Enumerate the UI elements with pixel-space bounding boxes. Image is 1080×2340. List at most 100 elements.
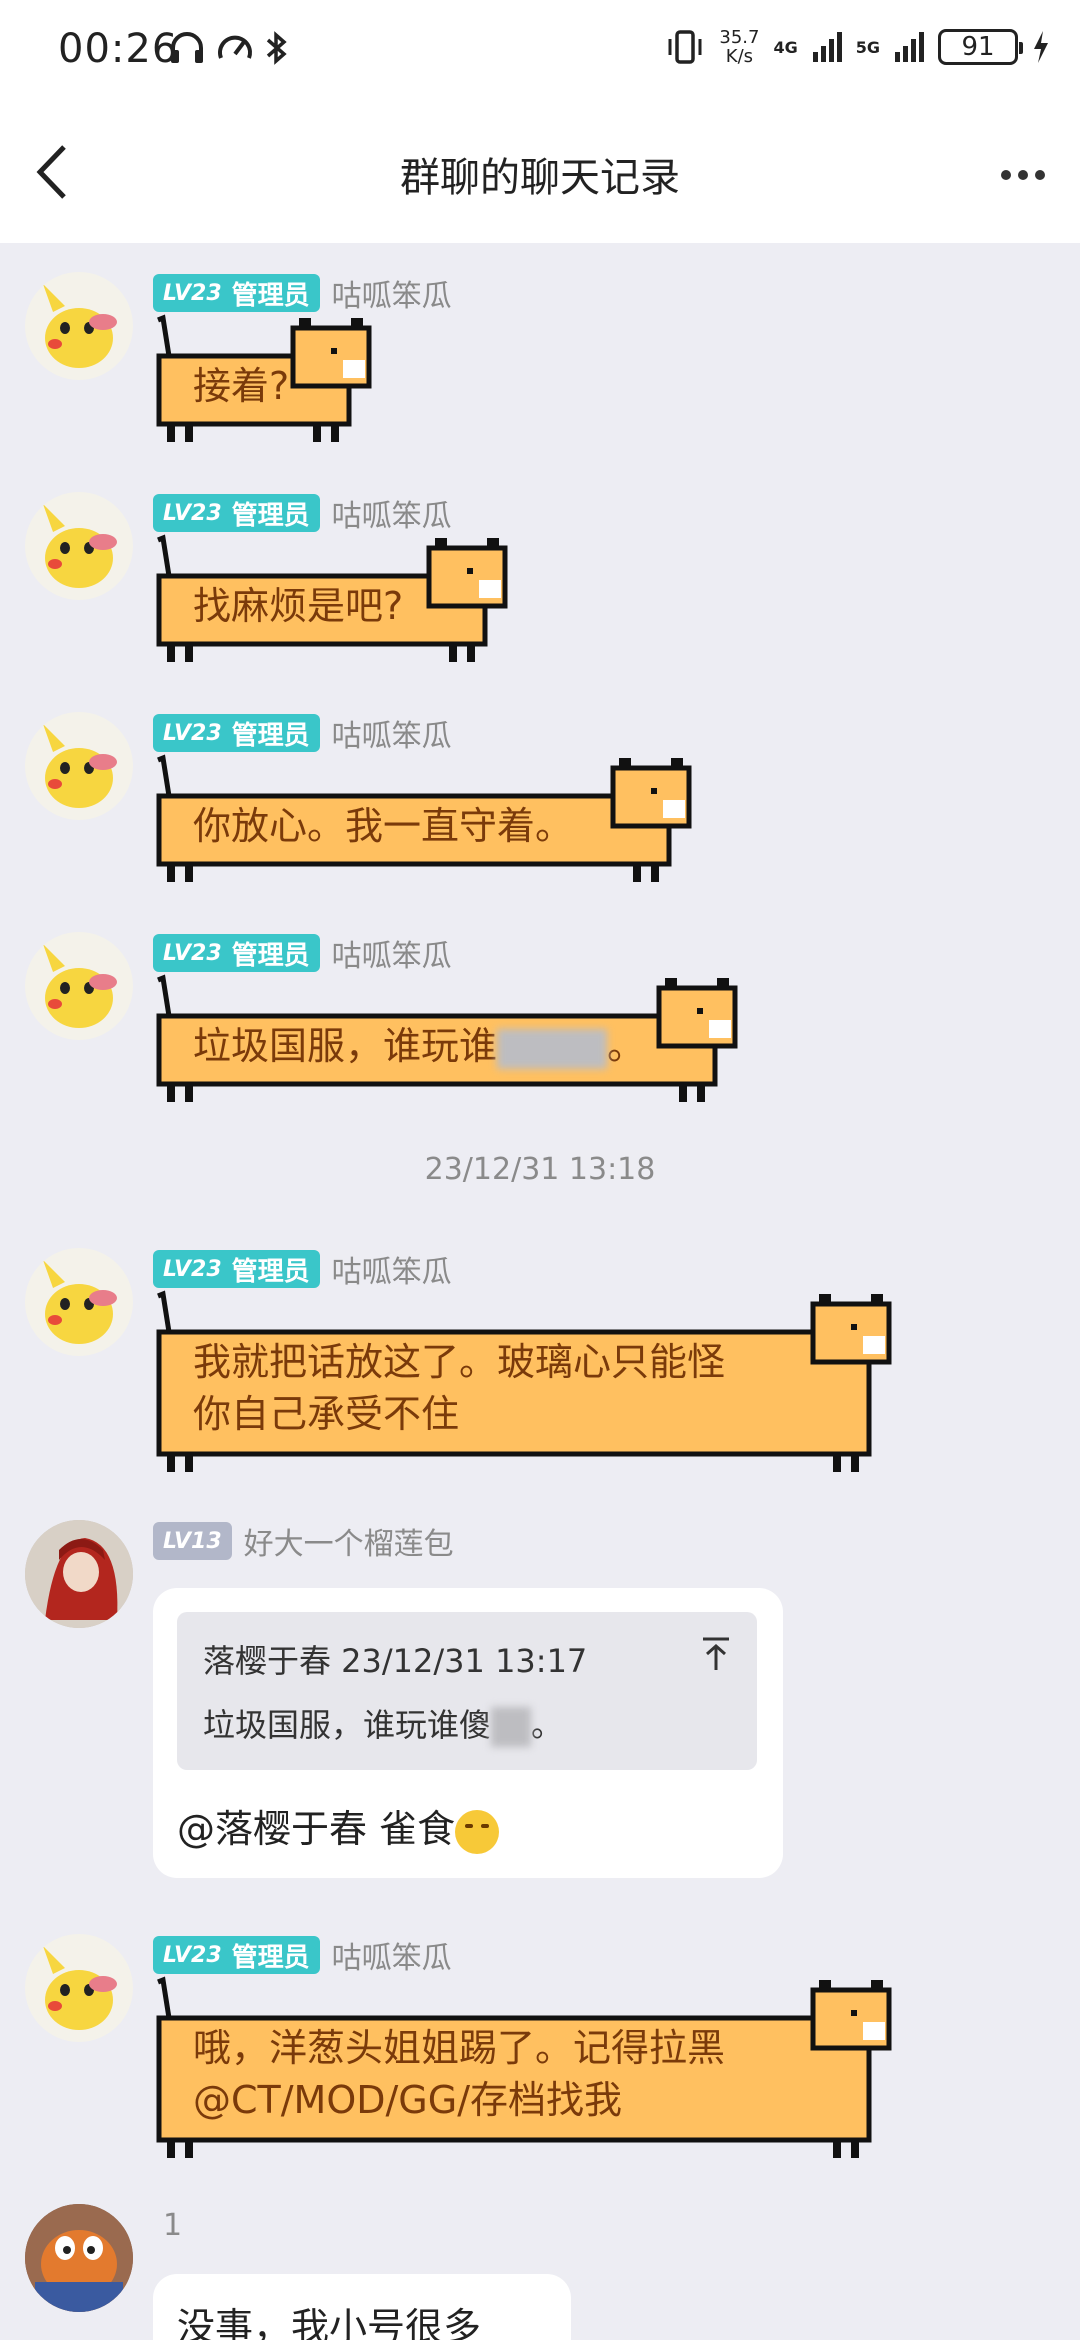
arrow-up-icon[interactable] (701, 1636, 731, 1672)
page-title: 群聊的聊天记录 (400, 155, 680, 201)
pikachu-avatar-icon (43, 944, 117, 1028)
message-bubble[interactable]: 没事，我小号很多 (153, 2274, 571, 2340)
sender-name: 咕呱笨瓜 (331, 1255, 452, 1290)
cat-bubble[interactable]: 找麻烦是吧? (153, 534, 523, 663)
member-level-badge: LV13 (153, 1522, 232, 1560)
avatar[interactable] (25, 272, 133, 380)
message-meta: LV23 管理员 咕呱笨瓜 (153, 1935, 452, 1976)
more-options-button[interactable] (988, 145, 1058, 205)
pikachu-avatar-icon (43, 1260, 117, 1344)
message-bubble[interactable]: 落樱于春 23/12/31 13:17 垃圾国服，谁玩谁傻 。 @落樱于春 雀食 (153, 1588, 783, 1878)
status-left-icons (168, 30, 290, 66)
red-hair-avatar-icon (25, 1520, 133, 1628)
admin-level-badge: LV23 管理员 (153, 934, 320, 972)
more-dot-icon (1035, 170, 1045, 180)
level-label: LV13 (163, 1528, 222, 1554)
role-label: 管理员 (231, 1942, 310, 1973)
admin-level-badge: LV23 管理员 (153, 494, 320, 532)
battery-indicator: 91 (938, 29, 1023, 65)
status-right: 35.7 K/s 4G 5G 91 (665, 28, 1050, 66)
headphones-icon (171, 32, 203, 63)
role-label: 管理员 (231, 720, 310, 751)
net-speed: 35.7 K/s (719, 28, 759, 66)
cat-bubble[interactable]: 垃圾国服，谁玩谁 。 (153, 974, 753, 1103)
avatar[interactable] (25, 712, 133, 820)
censor-blur (497, 1028, 608, 1069)
smirk-emoji-icon (455, 1809, 500, 1854)
charging-icon (1034, 31, 1048, 63)
net-speed-value: 35.7 (719, 27, 760, 48)
pikachu-avatar-icon (43, 1946, 117, 2030)
level-label: LV23 (163, 280, 222, 306)
cat-bubble[interactable]: 我就把话放这了。玻璃心只能怪 你自己承受不住 (153, 1290, 923, 1474)
message-text: 接着? (193, 364, 290, 408)
admin-level-badge: LV23 管理员 (153, 1936, 320, 1974)
time-divider: 23/12/31 13:18 (424, 1152, 656, 1187)
avatar[interactable] (25, 1248, 133, 1356)
role-label: 管理员 (231, 940, 310, 971)
character-avatar-icon (25, 2204, 133, 2312)
message-text: 你放心。我一直守着。 (193, 804, 574, 848)
admin-level-badge: LV23 管理员 (153, 714, 320, 752)
message-meta: LV23 管理员 咕呱笨瓜 (153, 713, 452, 754)
bluetooth-icon (266, 31, 287, 65)
message-text: 我就把话放这了。玻璃心只能怪 (193, 1340, 726, 1384)
cat-bubble[interactable]: 你放心。我一直守着。 (153, 754, 713, 883)
sender-name: 1 (163, 2208, 183, 2243)
speedometer-icon (218, 35, 252, 59)
sender-name: 咕呱笨瓜 (331, 1941, 452, 1976)
message-meta: LV23 管理员 咕呱笨瓜 (153, 1249, 452, 1290)
avatar[interactable] (25, 932, 133, 1040)
message-text-part: 垃圾国服，谁玩谁 (193, 1024, 498, 1068)
sender-name: 咕呱笨瓜 (331, 939, 452, 974)
sender-name: 咕呱笨瓜 (331, 719, 452, 754)
more-dot-icon (1001, 170, 1011, 180)
signal-4g-icon (812, 32, 842, 62)
avatar[interactable] (25, 1520, 133, 1628)
level-label: LV23 (163, 1256, 222, 1282)
quote-text-part: 。 (531, 1706, 564, 1744)
role-label: 管理员 (231, 500, 310, 531)
message-text: @CT/MOD/GG/存档找我 (193, 2078, 623, 2122)
role-label: 管理员 (231, 1256, 310, 1287)
level-label: LV23 (163, 500, 222, 526)
message-meta: LV13 好大一个榴莲包 (153, 1521, 454, 1562)
censor-blur (491, 1707, 532, 1747)
network-5g-label: 5G (855, 37, 880, 57)
status-time: 00:26 (58, 26, 179, 72)
level-label: LV23 (163, 720, 222, 746)
cat-bubble[interactable]: 哦，洋葱头姐姐踢了。记得拉黑 @CT/MOD/GG/存档找我 (153, 1976, 923, 2160)
level-label: LV23 (163, 940, 222, 966)
avatar[interactable] (25, 492, 133, 600)
quote-text: 垃圾国服，谁玩谁傻 。 (203, 1700, 563, 1747)
net-speed-unit: K/s (725, 46, 754, 67)
message-text: 没事，我小号很多 (177, 2305, 482, 2340)
pikachu-avatar-icon (43, 284, 117, 368)
reply-text-content: @落樱于春 雀食 (177, 1807, 456, 1851)
message-text: 垃圾国服，谁玩谁 。 (193, 1020, 645, 1072)
level-label: LV23 (163, 1942, 222, 1968)
message-meta: LV23 管理员 咕呱笨瓜 (153, 933, 452, 974)
message-meta: LV23 管理员 咕呱笨瓜 (153, 273, 452, 314)
avatar[interactable] (25, 1934, 133, 2042)
cat-bubble[interactable]: 接着? (153, 314, 383, 443)
sender-name: 好大一个榴莲包 (243, 1527, 454, 1562)
message-meta: LV23 管理员 咕呱笨瓜 (153, 493, 452, 534)
status-bar: 00:26 35.7 K/s 4G 5G 91 (0, 0, 1080, 105)
admin-level-badge: LV23 管理员 (153, 1250, 320, 1288)
pikachu-avatar-icon (43, 504, 117, 588)
message-text: 你自己承受不住 (193, 1392, 460, 1436)
vibrate-icon (668, 30, 702, 64)
admin-level-badge: LV23 管理员 (153, 274, 320, 312)
avatar[interactable] (25, 2204, 133, 2312)
quote-text-part: 垃圾国服，谁玩谁傻 (203, 1706, 492, 1744)
quote-header: 落樱于春 23/12/31 13:17 (203, 1642, 588, 1680)
pikachu-avatar-icon (43, 724, 117, 808)
signal-5g-icon (895, 32, 924, 62)
quoted-message[interactable]: 落樱于春 23/12/31 13:17 垃圾国服，谁玩谁傻 。 (177, 1612, 757, 1770)
sender-name: 咕呱笨瓜 (331, 279, 452, 314)
network-4g-label: 4G (773, 37, 798, 57)
more-dot-icon (1018, 170, 1028, 180)
role-label: 管理员 (231, 280, 310, 311)
reply-text: @落樱于春 雀食 (177, 1798, 500, 1854)
